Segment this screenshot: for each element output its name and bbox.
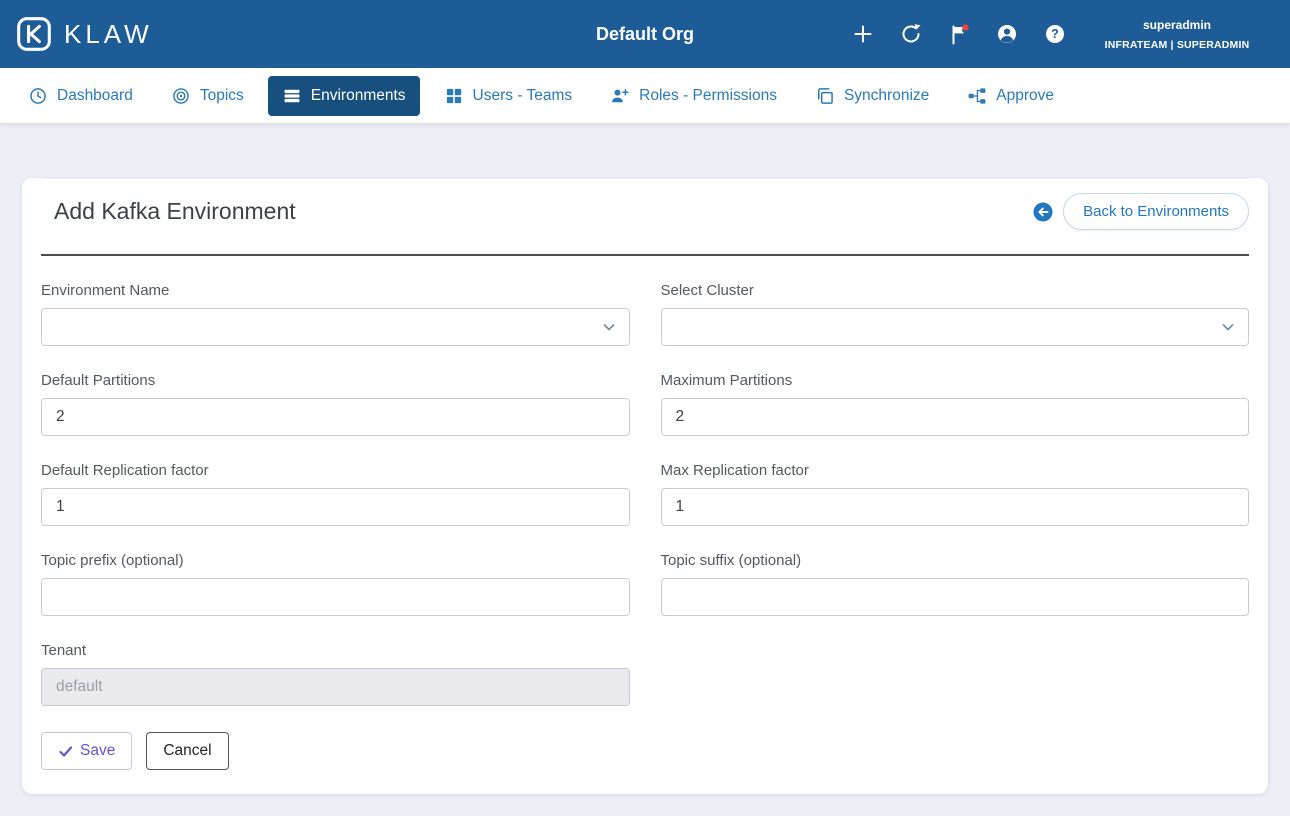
- plus-icon: [854, 25, 872, 43]
- max-replication-input[interactable]: [660, 488, 1249, 526]
- cancel-button-label: Cancel: [163, 742, 212, 759]
- chevron-down-icon: [603, 324, 614, 331]
- environment-name-select[interactable]: [41, 308, 630, 346]
- roles-permissions-icon: [612, 88, 629, 102]
- user-name: superadmin: [1142, 17, 1211, 32]
- users-teams-icon: [446, 88, 461, 103]
- user-team-role: INFRATEAM | SUPERADMIN: [1104, 38, 1250, 51]
- notifications-button[interactable]: [948, 23, 970, 45]
- nav-item-approve[interactable]: Approve: [953, 76, 1068, 116]
- main-content: Add Kafka Environment Back to Environmen…: [0, 124, 1290, 806]
- synchronize-icon: [817, 87, 833, 104]
- nav-label: Roles - Permissions: [639, 86, 777, 104]
- topic-suffix-input[interactable]: [660, 578, 1249, 616]
- topic-suffix-label: Topic suffix (optional): [660, 552, 802, 569]
- nav-item-roles-permissions[interactable]: Roles - Permissions: [596, 76, 791, 116]
- klaw-logo[interactable]: KLAW: [16, 16, 153, 52]
- app-header: KLAW Default Org ? superadmin INFRATEAM …: [0, 0, 1290, 68]
- tenant-input: [41, 668, 630, 706]
- nav-label: Topics: [199, 86, 244, 104]
- arrow-left-circle-icon[interactable]: [1032, 201, 1054, 223]
- dashboard-icon: [30, 87, 46, 104]
- tenant-label: Tenant: [41, 642, 87, 659]
- cancel-button[interactable]: Cancel: [146, 732, 229, 770]
- add-new-button[interactable]: [852, 23, 874, 45]
- nav-item-dashboard[interactable]: Dashboard: [14, 76, 147, 116]
- max-replication-label: Max Replication factor: [660, 462, 809, 479]
- environment-form: Environment Name Select Cluster Default …: [41, 282, 1249, 732]
- nav-item-environments[interactable]: Environments: [267, 75, 420, 116]
- refresh-button[interactable]: [900, 23, 922, 45]
- nav-label: Synchronize: [843, 86, 930, 104]
- back-button-label: Back to Environments: [1083, 203, 1229, 220]
- maximum-partitions-input[interactable]: [660, 398, 1249, 436]
- user-info: superadmin INFRATEAM | SUPERADMIN: [1102, 18, 1252, 51]
- nav-label: Users - Teams: [472, 86, 573, 104]
- help-icon: ?: [1046, 25, 1064, 43]
- brand-name: KLAW: [64, 18, 153, 49]
- nav-item-synchronize[interactable]: Synchronize: [801, 76, 943, 116]
- account-circle-icon: [998, 25, 1016, 43]
- help-button[interactable]: ?: [1044, 23, 1066, 45]
- add-environment-card: Add Kafka Environment Back to Environmen…: [22, 178, 1268, 794]
- page-title: Add Kafka Environment: [54, 198, 296, 224]
- topic-prefix-input[interactable]: [41, 578, 630, 616]
- chevron-down-icon: [1222, 324, 1234, 331]
- section-divider: [41, 254, 1249, 256]
- flag-icon: [952, 24, 969, 45]
- environments-icon: [284, 89, 300, 102]
- nav-label: Environments: [310, 86, 406, 104]
- default-replication-input[interactable]: [41, 488, 630, 526]
- cluster-select[interactable]: [660, 308, 1249, 346]
- select-cluster-label: Select Cluster: [660, 282, 754, 299]
- klaw-logo-icon: [17, 17, 51, 51]
- nav-label: Dashboard: [57, 86, 133, 104]
- save-button[interactable]: Save: [41, 732, 133, 770]
- environment-name-label: Environment Name: [41, 282, 170, 299]
- default-replication-label: Default Replication factor: [41, 462, 209, 479]
- approve-icon: [968, 87, 986, 104]
- nav-item-users-teams[interactable]: Users - Teams: [430, 76, 587, 116]
- topic-prefix-label: Topic prefix (optional): [41, 552, 184, 569]
- refresh-icon: [902, 24, 921, 43]
- maximum-partitions-label: Maximum Partitions: [660, 372, 793, 389]
- profile-button[interactable]: [996, 23, 1018, 45]
- nav-item-topics[interactable]: Topics: [157, 76, 258, 116]
- notification-badge: [962, 24, 969, 31]
- topics-icon: [173, 87, 189, 104]
- svg-text:?: ?: [1051, 27, 1059, 41]
- default-partitions-input[interactable]: [41, 398, 630, 436]
- main-nav: Dashboard Topics Environments Users - Te…: [0, 68, 1290, 124]
- check-icon: [59, 745, 73, 757]
- org-title: Default Org: [595, 23, 695, 44]
- back-to-environments-button[interactable]: Back to Environments: [1063, 193, 1249, 230]
- nav-label: Approve: [996, 86, 1054, 104]
- save-button-label: Save: [80, 742, 116, 759]
- default-partitions-label: Default Partitions: [41, 372, 156, 389]
